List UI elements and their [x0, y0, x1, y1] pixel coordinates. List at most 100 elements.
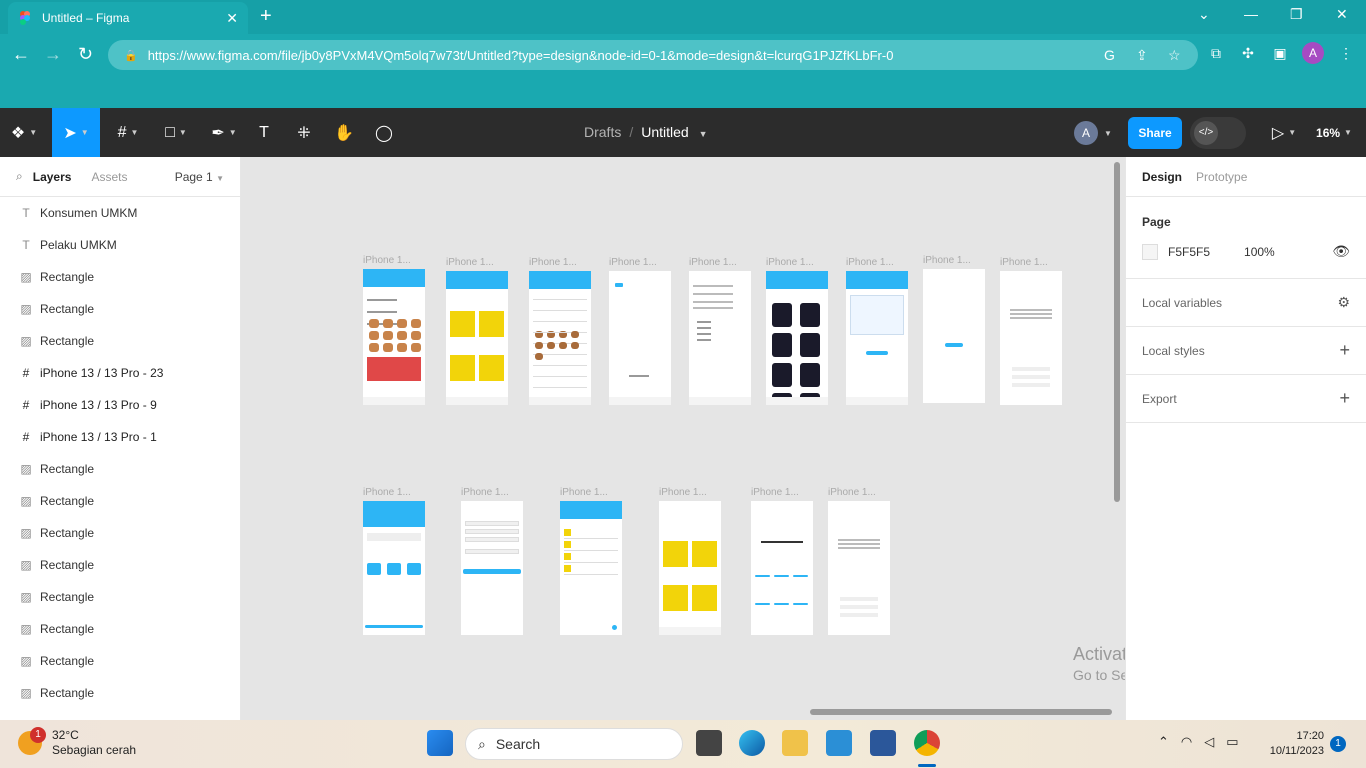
reload-button[interactable]: ↻ — [78, 44, 93, 64]
frame-label[interactable]: iPhone 1... — [1000, 257, 1048, 268]
translate-extension-icon[interactable]: ⧉ — [1206, 43, 1226, 63]
frame-label[interactable]: iPhone 1... — [923, 255, 971, 266]
chrome-icon[interactable] — [914, 730, 940, 756]
layer-row[interactable]: ▨ Rectangle — [0, 453, 240, 485]
phone-frame[interactable] — [766, 271, 828, 405]
breadcrumb-drafts[interactable]: Drafts — [584, 124, 621, 140]
clock[interactable]: 17:20 10/11/2023 — [1262, 729, 1324, 759]
add-export-icon[interactable]: + — [1339, 388, 1350, 409]
search-icon[interactable]: ⌕ — [16, 169, 23, 184]
user-avatar[interactable]: A — [1074, 121, 1098, 145]
phone-frame[interactable] — [363, 269, 425, 405]
minimize-button[interactable]: — — [1244, 6, 1258, 22]
local-styles-row[interactable]: Local styles + — [1126, 327, 1366, 375]
tab-search-icon[interactable]: ⌄ — [1198, 6, 1210, 23]
phone-frame[interactable] — [560, 501, 622, 635]
figma-main-menu-button[interactable]: ❖ ▼ — [4, 108, 44, 157]
layer-row[interactable]: ▨ Rectangle — [0, 485, 240, 517]
chevron-down-icon[interactable]: ▼ — [699, 129, 708, 139]
layer-row[interactable]: ▨ Rectangle — [0, 677, 240, 709]
tab-layers[interactable]: Layers — [33, 170, 72, 184]
file-name[interactable]: Untitled — [641, 124, 688, 140]
layer-row[interactable]: ▨ Rectangle — [0, 549, 240, 581]
share-button[interactable]: Share — [1128, 117, 1182, 149]
frame-label[interactable]: iPhone 1... — [363, 487, 411, 498]
windows-start-icon[interactable] — [427, 730, 453, 756]
layer-row[interactable]: ▨ Rectangle — [0, 325, 240, 357]
page-selector[interactable]: Page 1 ▼ — [175, 170, 224, 184]
phone-frame[interactable] — [1000, 271, 1062, 405]
phone-frame[interactable] — [751, 501, 813, 635]
phone-frame[interactable] — [529, 271, 591, 405]
phone-frame[interactable] — [689, 271, 751, 405]
move-tool-button[interactable]: ➤ ▼ — [52, 108, 100, 157]
dev-mode-toggle[interactable]: </> — [1190, 117, 1246, 149]
layer-row[interactable]: ▨ Rectangle — [0, 517, 240, 549]
battery-icon[interactable]: ▭ — [1226, 734, 1238, 750]
frame-label[interactable]: iPhone 1... — [828, 487, 876, 498]
back-button[interactable]: ← — [12, 44, 30, 64]
share-page-icon[interactable]: ⇪ — [1136, 47, 1148, 64]
phone-frame[interactable] — [828, 501, 890, 635]
phone-frame[interactable] — [461, 501, 523, 635]
layer-row[interactable]: ▨ Rectangle — [0, 261, 240, 293]
zoom-menu[interactable]: 16% ▼ — [1310, 108, 1358, 157]
layer-row[interactable]: # iPhone 13 / 13 Pro - 23 — [0, 357, 240, 389]
layer-row[interactable]: # iPhone 13 / 13 Pro - 1 — [0, 421, 240, 453]
comment-tool-button[interactable]: ◯ — [372, 108, 396, 157]
frame-tool-button[interactable]: # ▼ — [108, 108, 148, 157]
horizontal-scrollbar[interactable] — [810, 709, 1112, 715]
taskbar-search[interactable]: ⌕ Search — [465, 728, 683, 760]
eye-icon[interactable]: 👁 — [1332, 243, 1350, 260]
browser-tab[interactable]: Untitled – Figma ✕ — [8, 2, 248, 34]
tab-prototype[interactable]: Prototype — [1196, 170, 1247, 184]
layer-row[interactable]: ▨ Rectangle — [0, 293, 240, 325]
variables-settings-icon[interactable]: ⚙ — [1337, 294, 1350, 311]
close-window-button[interactable]: ✕ — [1336, 6, 1348, 23]
notification-badge[interactable]: 1 — [1330, 736, 1346, 752]
tab-design[interactable]: Design — [1142, 170, 1182, 184]
frame-label[interactable]: iPhone 1... — [461, 487, 509, 498]
layer-row[interactable]: # iPhone 13 / 13 Pro - 9 — [0, 389, 240, 421]
text-tool-button[interactable]: T — [252, 108, 276, 157]
frame-label[interactable]: iPhone 1... — [766, 257, 814, 268]
frame-label[interactable]: iPhone 1... — [751, 487, 799, 498]
frame-label[interactable]: iPhone 1... — [446, 257, 494, 268]
volume-icon[interactable]: ◁ — [1204, 734, 1214, 750]
phone-frame[interactable] — [923, 269, 985, 403]
frame-label[interactable]: iPhone 1... — [560, 487, 608, 498]
phone-frame[interactable] — [446, 271, 508, 405]
phone-frame[interactable] — [659, 501, 721, 635]
bookmark-star-icon[interactable]: ☆ — [1168, 47, 1181, 64]
chevron-up-icon[interactable]: ⌃ — [1158, 734, 1169, 750]
page-color-swatch[interactable] — [1142, 243, 1158, 260]
frame-label[interactable]: iPhone 1... — [846, 257, 894, 268]
vscode-icon[interactable] — [826, 730, 852, 756]
frame-label[interactable]: iPhone 1... — [659, 487, 707, 498]
task-view-icon[interactable] — [696, 730, 722, 756]
file-explorer-icon[interactable] — [782, 730, 808, 756]
export-row[interactable]: Export + — [1126, 375, 1366, 423]
edge-icon[interactable] — [739, 730, 765, 756]
vertical-scrollbar[interactable] — [1114, 162, 1120, 502]
maximize-button[interactable]: ❐ — [1290, 6, 1303, 23]
resources-tool-button[interactable]: ⁜ — [292, 108, 316, 157]
chrome-menu-icon[interactable]: ⋮ — [1336, 43, 1356, 63]
page-opacity-value[interactable]: 100% — [1244, 245, 1275, 259]
tab-close-icon[interactable]: ✕ — [226, 10, 238, 27]
present-button[interactable]: ▷ ▼ — [1264, 108, 1304, 157]
tab-assets[interactable]: Assets — [91, 170, 127, 184]
phone-frame[interactable] — [363, 501, 425, 635]
add-style-icon[interactable]: + — [1339, 340, 1350, 361]
phone-frame[interactable] — [846, 271, 908, 405]
extensions-puzzle-icon[interactable]: ✣ — [1238, 43, 1258, 63]
address-bar[interactable]: 🔒 https://www.figma.com/file/jb0y8PVxM4V… — [108, 40, 1198, 70]
frame-label[interactable]: iPhone 1... — [529, 257, 577, 268]
profile-avatar[interactable]: A — [1302, 42, 1324, 64]
phone-frame[interactable] — [609, 271, 671, 405]
side-panel-icon[interactable]: ▣ — [1270, 43, 1290, 63]
shape-tool-button[interactable]: □ ▼ — [156, 108, 196, 157]
layer-row[interactable]: ▨ Rectangle — [0, 613, 240, 645]
frame-label[interactable]: iPhone 1... — [609, 257, 657, 268]
hand-tool-button[interactable]: ✋ — [332, 108, 356, 157]
